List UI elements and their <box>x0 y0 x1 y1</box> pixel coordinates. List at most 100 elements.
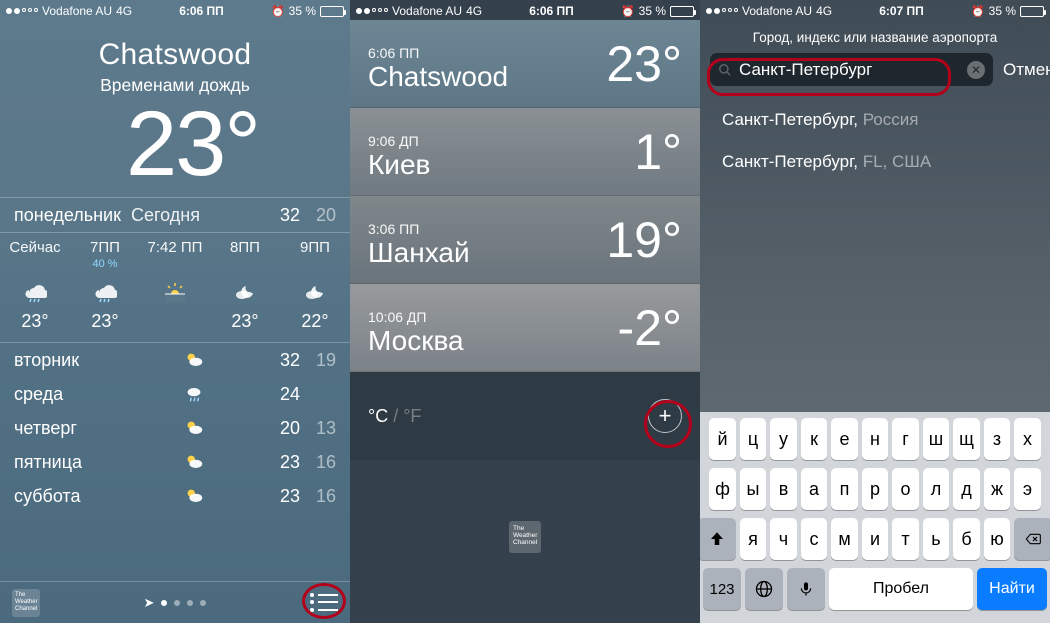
today-low: 20 <box>316 205 336 226</box>
city-temp: -2° <box>618 299 682 357</box>
search-box[interactable]: ✕ <box>710 53 993 86</box>
today-row: понедельник Сегодня 32 20 <box>0 197 350 233</box>
add-city-button[interactable]: + <box>648 399 682 433</box>
hour-cell: 7ПП 40 % 23° <box>70 239 140 332</box>
search-result[interactable]: Санкт-Петербург, Россия <box>722 110 1028 130</box>
day-row: вторник 32 19 <box>0 343 350 377</box>
city-row[interactable]: 10:06 ДП Москва -2° <box>350 284 700 372</box>
key-п[interactable]: п <box>831 468 858 510</box>
city-row[interactable]: 3:06 ПП Шанхай 19° <box>350 196 700 284</box>
weather-channel-logo[interactable]: The Weather Channel <box>509 521 541 553</box>
key-ж[interactable]: ж <box>984 468 1011 510</box>
key-т[interactable]: т <box>892 518 919 560</box>
city-row[interactable]: 9:06 ДП Киев 1° <box>350 108 700 196</box>
search-prompt: Город, индекс или название аэропорта <box>700 30 1050 45</box>
city-row[interactable]: 6:06 ПП Chatswood 23° <box>350 20 700 108</box>
day-row: четверг 20 13 <box>0 411 350 445</box>
key-щ[interactable]: щ <box>953 418 980 460</box>
search-input[interactable] <box>739 60 960 80</box>
status-time: 6:07 ПП <box>879 4 924 18</box>
key-а[interactable]: а <box>801 468 828 510</box>
key-л[interactable]: л <box>923 468 950 510</box>
key-ц[interactable]: ц <box>740 418 767 460</box>
key-ю[interactable]: ю <box>984 518 1011 560</box>
current-temp: 23° <box>35 92 350 197</box>
search-result[interactable]: Санкт-Петербург, FL, США <box>722 152 1028 172</box>
key-ч[interactable]: ч <box>770 518 797 560</box>
key-д[interactable]: д <box>953 468 980 510</box>
page-indicator[interactable]: ➤ <box>144 595 207 611</box>
key-к[interactable]: к <box>801 418 828 460</box>
numbers-key[interactable]: 123 <box>703 568 741 610</box>
battery-icon <box>670 6 694 17</box>
key-и[interactable]: и <box>862 518 889 560</box>
key-н[interactable]: н <box>862 418 889 460</box>
key-о[interactable]: о <box>892 468 919 510</box>
search-results: Санкт-Петербург, Россия Санкт-Петербург, … <box>700 96 1050 208</box>
key-з[interactable]: з <box>984 418 1011 460</box>
hour-label: 7ПП <box>70 239 140 257</box>
precip-label <box>280 258 350 271</box>
key-ы[interactable]: ы <box>740 468 767 510</box>
hour-temp: 22° <box>280 311 350 332</box>
unit-row: °C / °F + <box>350 372 700 460</box>
cancel-button[interactable]: Отменить <box>1003 60 1050 80</box>
key-г[interactable]: г <box>892 418 919 460</box>
unit-toggle[interactable]: °C / °F <box>368 406 421 427</box>
backspace-key[interactable] <box>1014 518 1050 560</box>
key-я[interactable]: я <box>740 518 767 560</box>
key-й[interactable]: й <box>709 418 736 460</box>
daily-forecast[interactable]: вторник 32 19среда 24 четверг 20 13пятни… <box>0 342 350 513</box>
key-м[interactable]: м <box>831 518 858 560</box>
day-name: суббота <box>14 486 124 507</box>
precip-label: 40 % <box>70 258 140 271</box>
fahrenheit-label[interactable]: °F <box>403 406 421 426</box>
find-key[interactable]: Найти <box>977 568 1047 610</box>
key-ь[interactable]: ь <box>923 518 950 560</box>
key-р[interactable]: р <box>862 468 889 510</box>
battery-pct: 35 % <box>989 4 1016 18</box>
hour-icon <box>210 277 280 305</box>
day-name: пятница <box>14 452 124 473</box>
today-high: 32 <box>280 205 300 226</box>
search-pane: Vodafone AU 4G 6:07 ПП ⏰ 35 % Город, инд… <box>700 0 1050 623</box>
key-е[interactable]: е <box>831 418 858 460</box>
day-row: пятница 23 16 <box>0 445 350 479</box>
day-row: среда 24 <box>0 377 350 411</box>
mic-key[interactable] <box>787 568 825 610</box>
hour-cell: 7:42 ПП <box>140 239 210 332</box>
hour-temp: 23° <box>70 311 140 332</box>
key-с[interactable]: с <box>801 518 828 560</box>
hour-cell: 8ПП 23° <box>210 239 280 332</box>
clear-icon[interactable]: ✕ <box>967 61 985 79</box>
day-high: 20 <box>264 418 300 439</box>
hourly-forecast[interactable]: Сейчас 23°7ПП 40 % 23°7:42 ПП 8ПП 23°9ПП… <box>0 233 350 342</box>
bottom-bar: The Weather Channel ➤ <box>0 581 350 623</box>
day-high: 32 <box>264 350 300 371</box>
keyboard[interactable]: йцукенгшщзх фывапролджэ ячсмитьбю 123 Пр… <box>700 412 1050 623</box>
space-key[interactable]: Пробел <box>829 568 973 610</box>
shift-key[interactable] <box>700 518 736 560</box>
celsius-label[interactable]: °C <box>368 406 388 426</box>
alarm-icon: ⏰ <box>621 5 635 18</box>
hour-label: 8ПП <box>210 239 280 257</box>
key-х[interactable]: х <box>1014 418 1041 460</box>
day-low: 13 <box>300 418 336 439</box>
battery-icon <box>320 6 344 17</box>
day-low: 16 <box>300 452 336 473</box>
key-э[interactable]: э <box>1014 468 1041 510</box>
today-label: Сегодня <box>131 205 200 226</box>
list-button[interactable] <box>310 592 338 614</box>
carrier-label: Vodafone AU <box>742 4 812 18</box>
weather-channel-logo[interactable]: The Weather Channel <box>12 589 40 617</box>
hour-icon <box>0 277 70 305</box>
key-ш[interactable]: ш <box>923 418 950 460</box>
day-icon <box>124 417 264 439</box>
globe-key[interactable] <box>745 568 783 610</box>
key-в[interactable]: в <box>770 468 797 510</box>
key-у[interactable]: у <box>770 418 797 460</box>
key-б[interactable]: б <box>953 518 980 560</box>
precip-label <box>210 258 280 271</box>
alarm-icon: ⏰ <box>971 5 985 18</box>
key-ф[interactable]: ф <box>709 468 736 510</box>
